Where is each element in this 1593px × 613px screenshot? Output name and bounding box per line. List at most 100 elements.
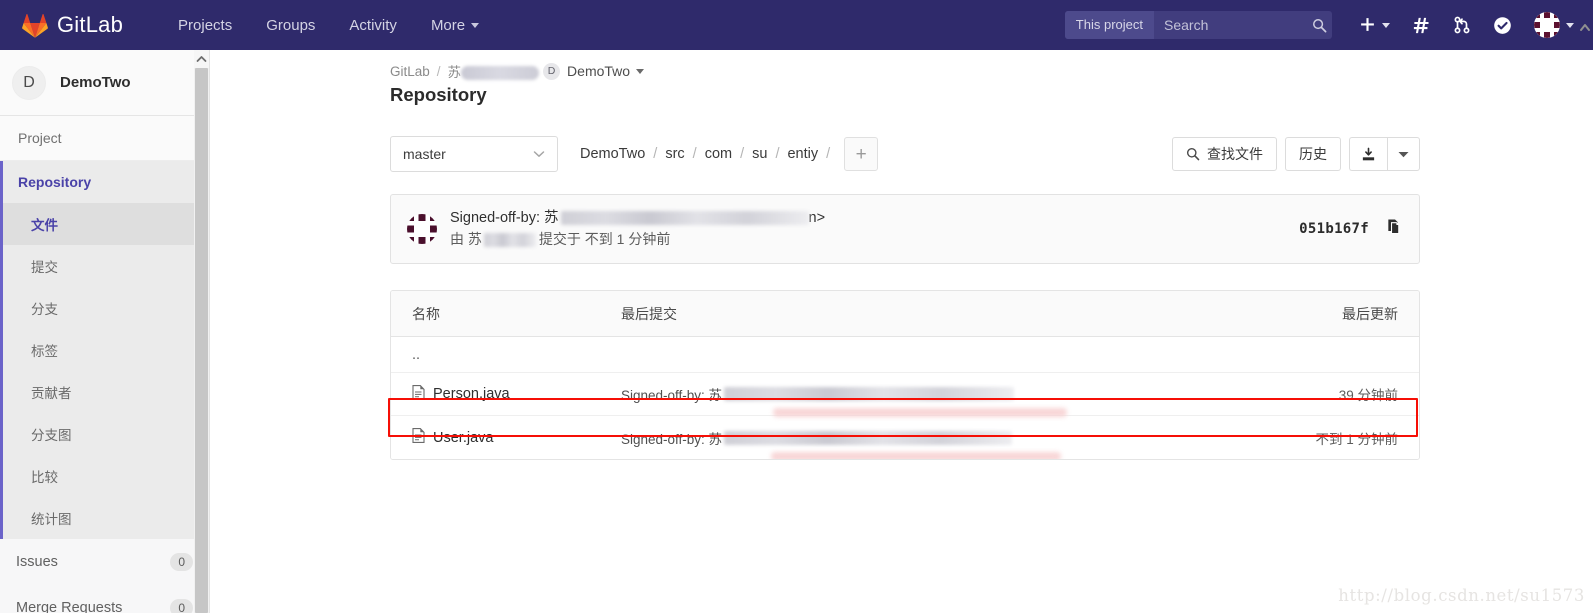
path-segment-su[interactable]: su — [752, 146, 767, 162]
commit-message: Signed-off-by: 苏 n> — [450, 207, 1299, 229]
sidebar-item-contributors[interactable]: 贡献者 — [3, 371, 209, 413]
breadcrumb-group-label: 苏 — [447, 65, 462, 80]
search-icon — [1186, 147, 1200, 161]
file-commit-cell[interactable]: Signed-off-by: 苏 — [621, 384, 1269, 417]
sidebar-item-branches[interactable]: 分支 — [3, 287, 209, 329]
nav-link-activity[interactable]: Activity — [332, 17, 414, 34]
sidebar-item-merge-requests[interactable]: Merge Requests 0 — [0, 585, 209, 613]
history-button[interactable]: 历史 — [1285, 137, 1341, 171]
commit-details: Signed-off-by: 苏 n> 由 苏 提交于 不到 1 分钟前 — [450, 207, 1299, 251]
path-segment-com[interactable]: com — [705, 146, 732, 162]
redacted-commit-detail — [724, 430, 1013, 445]
breadcrumb-project[interactable]: DemoTwo — [567, 63, 630, 79]
table-row[interactable]: User.java Signed-off-by: 苏 不到 1 分钟前 — [391, 416, 1419, 459]
table-row[interactable]: Person.java Signed-off-by: 苏 39 分钟前 — [391, 373, 1419, 417]
chevron-down-icon — [1382, 22, 1390, 28]
avatar — [1534, 12, 1560, 38]
nav-link-projects[interactable]: Projects — [161, 17, 249, 34]
search-bar[interactable]: This project — [1064, 11, 1332, 39]
page-body: D DemoTwo Project Repository 文件 提交 分支 标签… — [0, 50, 1593, 613]
sidebar-scrollbar[interactable] — [194, 50, 209, 613]
parent-directory-link[interactable]: .. — [391, 347, 621, 363]
gitlab-brand[interactable]: GitLab — [22, 12, 123, 38]
file-commit-cell[interactable]: Signed-off-by: 苏 — [621, 428, 1269, 459]
copy-icon[interactable] — [1386, 218, 1403, 240]
sidebar-item-commits[interactable]: 提交 — [3, 245, 209, 287]
sidebar-project-header[interactable]: D DemoTwo — [0, 50, 209, 116]
chevron-down-icon — [471, 23, 480, 29]
sidebar-item-issues[interactable]: Issues 0 — [0, 539, 209, 585]
sidebar-item-repository[interactable]: Repository — [3, 161, 209, 203]
path-segment-entiy[interactable]: entiy — [787, 146, 818, 162]
path-separator: / — [653, 146, 658, 162]
caret-down-icon — [1398, 151, 1409, 157]
breadcrumb-separator: / — [436, 63, 441, 79]
sidebar-item-issues-label: Issues — [16, 554, 58, 570]
column-header-name: 名称 — [412, 305, 440, 322]
branch-selector[interactable]: master — [390, 136, 558, 172]
commit-sha[interactable]: 051b167f — [1299, 221, 1369, 237]
scroll-up-arrow-icon[interactable] — [194, 50, 209, 68]
download-icon — [1362, 147, 1375, 160]
new-item-button[interactable] — [1348, 7, 1401, 43]
search-icon[interactable] — [1306, 18, 1332, 33]
identicon-avatar — [407, 214, 437, 244]
sidebar-item-charts[interactable]: 统计图 — [3, 497, 209, 539]
sidebar-section-project[interactable]: Project — [0, 116, 209, 161]
breadcrumb-root[interactable]: GitLab — [390, 64, 430, 79]
path-separator: / — [692, 146, 697, 162]
file-commit-message: Signed-off-by: 苏 — [621, 431, 723, 447]
issues-icon[interactable] — [1401, 7, 1442, 43]
file-name-cell[interactable]: User.java — [391, 428, 621, 447]
path-separator: / — [826, 146, 831, 162]
redacted-author-email — [560, 211, 809, 226]
redacted-highlight-strip — [773, 408, 1067, 417]
nav-link-groups[interactable]: Groups — [249, 17, 332, 34]
sidebar-item-compare[interactable]: 比较 — [3, 455, 209, 497]
commit-author-line: 由 苏 提交于 不到 1 分钟前 — [450, 229, 1299, 251]
file-name-cell[interactable]: Person.java — [391, 384, 621, 404]
column-header-last-update: 最后更新 — [1342, 305, 1398, 322]
sidebar: D DemoTwo Project Repository 文件 提交 分支 标签… — [0, 50, 210, 613]
breadcrumb-group[interactable]: 苏 — [448, 61, 540, 81]
chevron-down-icon[interactable] — [636, 68, 645, 74]
nav-link-more-label: More — [430, 16, 466, 34]
repository-content: master DemoTwo / src / com / su / entiy … — [210, 106, 1593, 460]
redacted-commit-detail — [724, 387, 1015, 401]
sidebar-item-files[interactable]: 文件 — [3, 203, 209, 245]
todos-check-icon[interactable] — [1482, 7, 1523, 43]
file-link-person-java[interactable]: Person.java — [433, 386, 510, 402]
navbar-right: This project — [1064, 0, 1593, 50]
find-file-label: 查找文件 — [1207, 146, 1263, 162]
user-menu[interactable] — [1523, 7, 1585, 43]
merge-request-icon[interactable] — [1442, 7, 1482, 43]
add-file-button[interactable]: + — [844, 137, 879, 171]
breadcrumb: GitLab / 苏 D DemoTwo — [210, 50, 1593, 81]
page-scrollbar-top[interactable] — [1577, 0, 1593, 50]
sidebar-item-graph[interactable]: 分支图 — [3, 413, 209, 455]
issues-count-badge: 0 — [170, 553, 193, 571]
file-link-user-java[interactable]: User.java — [433, 430, 493, 446]
redacted-group-name — [461, 66, 540, 81]
path-segment-root[interactable]: DemoTwo — [580, 146, 645, 162]
sidebar-item-merge-requests-label: Merge Requests — [16, 600, 123, 613]
search-scope-label[interactable]: This project — [1064, 11, 1154, 39]
find-file-button[interactable]: 查找文件 — [1172, 137, 1277, 171]
nav-link-more[interactable]: More — [414, 17, 496, 34]
sidebar-item-tags[interactable]: 标签 — [3, 329, 209, 371]
file-table-header: 名称 最后提交 最后更新 — [391, 291, 1419, 337]
table-row-parent[interactable]: .. — [391, 337, 1419, 373]
file-commit-message: Signed-off-by: 苏 — [621, 388, 723, 403]
commit-message-suffix: n> — [808, 209, 826, 226]
breadcrumb-project-badge: D — [543, 62, 561, 80]
toolbar-actions: 查找文件 历史 — [1164, 137, 1420, 171]
file-updated-cell: 39 分钟前 — [1338, 388, 1398, 403]
scrollbar-thumb[interactable] — [195, 68, 208, 613]
column-header-last-commit: 最后提交 — [621, 305, 677, 322]
path-separator: / — [775, 146, 780, 162]
path-segment-src[interactable]: src — [665, 146, 684, 162]
download-dropdown-button[interactable] — [1387, 137, 1420, 171]
download-button[interactable] — [1349, 137, 1387, 171]
search-input[interactable] — [1154, 17, 1306, 33]
project-name: DemoTwo — [60, 74, 131, 91]
